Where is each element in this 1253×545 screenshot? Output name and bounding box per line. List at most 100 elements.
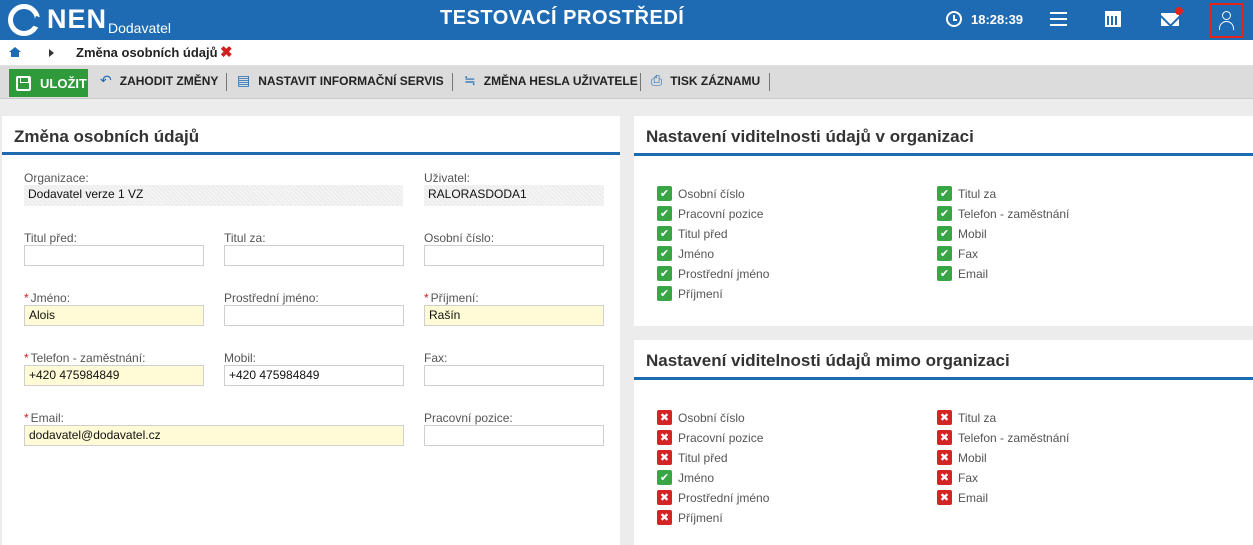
checked-checkbox-icon[interactable]: ✔	[937, 266, 952, 281]
mobile-input[interactable]: +420 475984849	[224, 365, 404, 386]
mail-icon[interactable]	[1161, 13, 1179, 26]
calendar-icon[interactable]	[1105, 11, 1121, 27]
change-password-button[interactable]: ≒ ZMĚNA HESLA UŽIVATELE	[464, 73, 638, 89]
visibility-option[interactable]: ✔ Telefon - zaměstnání	[937, 206, 1069, 221]
close-tab-icon[interactable]: ✖	[220, 43, 233, 61]
visibility-option[interactable]: ✔ Prostřední jméno	[657, 266, 769, 281]
environment-title: TESTOVACÍ PROSTŘEDÍ	[440, 7, 685, 29]
logo-text: NEN	[47, 4, 108, 34]
nen-logo[interactable]: NEN	[8, 4, 107, 36]
unchecked-checkbox-icon[interactable]: ✖	[657, 450, 672, 465]
visibility-option[interactable]: ✔ Osobní číslo	[657, 186, 745, 201]
checked-checkbox-icon[interactable]: ✔	[937, 246, 952, 261]
toolbar-divider	[226, 73, 227, 91]
discard-changes-button[interactable]: ↶ ZAHODIT ZMĚNY	[100, 73, 218, 89]
visibility-option-label: Telefon - zaměstnání	[958, 430, 1070, 445]
info-service-button[interactable]: ▤ NASTAVIT INFORMAČNÍ SERVIS	[237, 73, 444, 89]
visibility-option[interactable]: ✖ Email	[937, 490, 988, 505]
email-label: * Email:	[24, 411, 65, 425]
visibility-option-label: Mobil	[958, 226, 987, 241]
visibility-option[interactable]: ✔ Titul za	[937, 186, 996, 201]
visibility-option[interactable]: ✖ Telefon - zaměstnání	[937, 430, 1069, 445]
visibility-option-label: Příjmení	[678, 510, 723, 525]
checked-checkbox-icon[interactable]: ✔	[657, 470, 672, 485]
undo-icon: ↶	[100, 73, 112, 89]
unchecked-checkbox-icon[interactable]: ✖	[937, 490, 952, 505]
action-toolbar: ULOŽIT ↶ ZAHODIT ZMĚNY ▤ NASTAVIT INFORM…	[0, 66, 1253, 99]
save-button[interactable]: ULOŽIT	[9, 69, 88, 97]
checked-checkbox-icon[interactable]: ✔	[657, 186, 672, 201]
unchecked-checkbox-icon[interactable]: ✖	[937, 470, 952, 485]
hamburger-menu-icon[interactable]	[1050, 12, 1067, 27]
home-icon[interactable]	[9, 47, 21, 57]
password-icon: ≒	[464, 73, 476, 89]
visibility-option[interactable]: ✔ Pracovní pozice	[657, 206, 763, 221]
unchecked-checkbox-icon[interactable]: ✖	[937, 430, 952, 445]
panel-title: Nastavení viditelnosti údajů mimo organi…	[646, 351, 1010, 370]
visibility-option[interactable]: ✔ Fax	[937, 246, 978, 261]
personal-data-panel: Změna osobních údajů Organizace: Dodavat…	[2, 116, 620, 545]
visibility-option[interactable]: ✖ Mobil	[937, 450, 987, 465]
floppy-icon	[16, 75, 31, 91]
job-position-input[interactable]	[424, 425, 604, 446]
unchecked-checkbox-icon[interactable]: ✖	[937, 450, 952, 465]
visibility-option[interactable]: ✖ Pracovní pozice	[657, 430, 763, 445]
visibility-option[interactable]: ✖ Osobní číslo	[657, 410, 745, 425]
visibility-option-label: Fax	[958, 246, 979, 261]
checked-checkbox-icon[interactable]: ✔	[657, 246, 672, 261]
visibility-option-label: Mobil	[958, 450, 987, 465]
visibility-option[interactable]: ✖ Příjmení	[657, 510, 723, 525]
user-profile-button[interactable]	[1209, 3, 1243, 38]
checked-checkbox-icon[interactable]: ✔	[657, 286, 672, 301]
title-after-label: Titul za:	[224, 231, 266, 245]
unchecked-checkbox-icon[interactable]: ✖	[657, 410, 672, 425]
unchecked-checkbox-icon[interactable]: ✖	[657, 510, 672, 525]
visibility-option[interactable]: ✔ Mobil	[937, 226, 987, 241]
username-field: RALORASDODA1	[424, 185, 604, 206]
fax-label: Fax:	[424, 351, 448, 365]
visibility-option[interactable]: ✔ Titul před	[657, 226, 728, 241]
visibility-option[interactable]: ✔ Jméno	[657, 470, 714, 485]
checked-checkbox-icon[interactable]: ✔	[937, 226, 952, 241]
visibility-option[interactable]: ✖ Prostřední jméno	[657, 490, 769, 505]
visibility-option[interactable]: ✔ Email	[937, 266, 988, 281]
title-before-input[interactable]	[24, 245, 204, 266]
visibility-option[interactable]: ✖ Titul před	[657, 450, 728, 465]
checked-checkbox-icon[interactable]: ✔	[937, 206, 952, 221]
title-after-input[interactable]	[224, 245, 404, 266]
visibility-option-label: Email	[958, 490, 989, 505]
visibility-out-org-panel: Nastavení viditelnosti údajů mimo organi…	[634, 340, 1253, 545]
visibility-in-org-panel: Nastavení viditelnosti údajů v organizac…	[634, 116, 1253, 326]
unchecked-checkbox-icon[interactable]: ✖	[657, 490, 672, 505]
email-input[interactable]: dodavatel@dodavatel.cz	[24, 425, 404, 446]
print-record-button[interactable]: ⎙ TISK ZÁZNAMU	[651, 73, 760, 89]
visibility-option[interactable]: ✔ Jméno	[657, 246, 714, 261]
breadcrumb-current[interactable]: Změna osobních údajů	[76, 45, 218, 60]
panel-title: Nastavení viditelnosti údajů v organizac…	[646, 127, 974, 146]
session-clock: 18:28:39	[946, 11, 1023, 27]
fax-input[interactable]	[424, 365, 604, 386]
job-position-label: Pracovní pozice:	[424, 411, 513, 425]
document-icon: ▤	[237, 73, 251, 89]
checked-checkbox-icon[interactable]: ✔	[657, 226, 672, 241]
visibility-option[interactable]: ✖ Titul za	[937, 410, 996, 425]
personal-number-label: Osobní číslo:	[424, 231, 495, 245]
unchecked-checkbox-icon[interactable]: ✖	[937, 410, 952, 425]
checked-checkbox-icon[interactable]: ✔	[937, 186, 952, 201]
last-name-label: * Příjmení:	[424, 291, 479, 305]
toolbar-divider	[769, 73, 770, 91]
last-name-input[interactable]: Rašín	[424, 305, 604, 326]
work-phone-input[interactable]: +420 475984849	[24, 365, 204, 386]
first-name-input[interactable]: Alois	[24, 305, 204, 326]
visibility-option[interactable]: ✔ Příjmení	[657, 286, 723, 301]
visibility-option-label: Jméno	[678, 470, 715, 485]
unchecked-checkbox-icon[interactable]: ✖	[657, 430, 672, 445]
personal-number-input[interactable]	[424, 245, 604, 266]
visibility-option-label: Fax	[958, 470, 979, 485]
checked-checkbox-icon[interactable]: ✔	[657, 266, 672, 281]
visibility-option[interactable]: ✖ Fax	[937, 470, 978, 485]
username-label: Uživatel:	[424, 171, 471, 185]
checked-checkbox-icon[interactable]: ✔	[657, 206, 672, 221]
user-icon	[1222, 11, 1231, 20]
middle-name-input[interactable]	[224, 305, 404, 326]
